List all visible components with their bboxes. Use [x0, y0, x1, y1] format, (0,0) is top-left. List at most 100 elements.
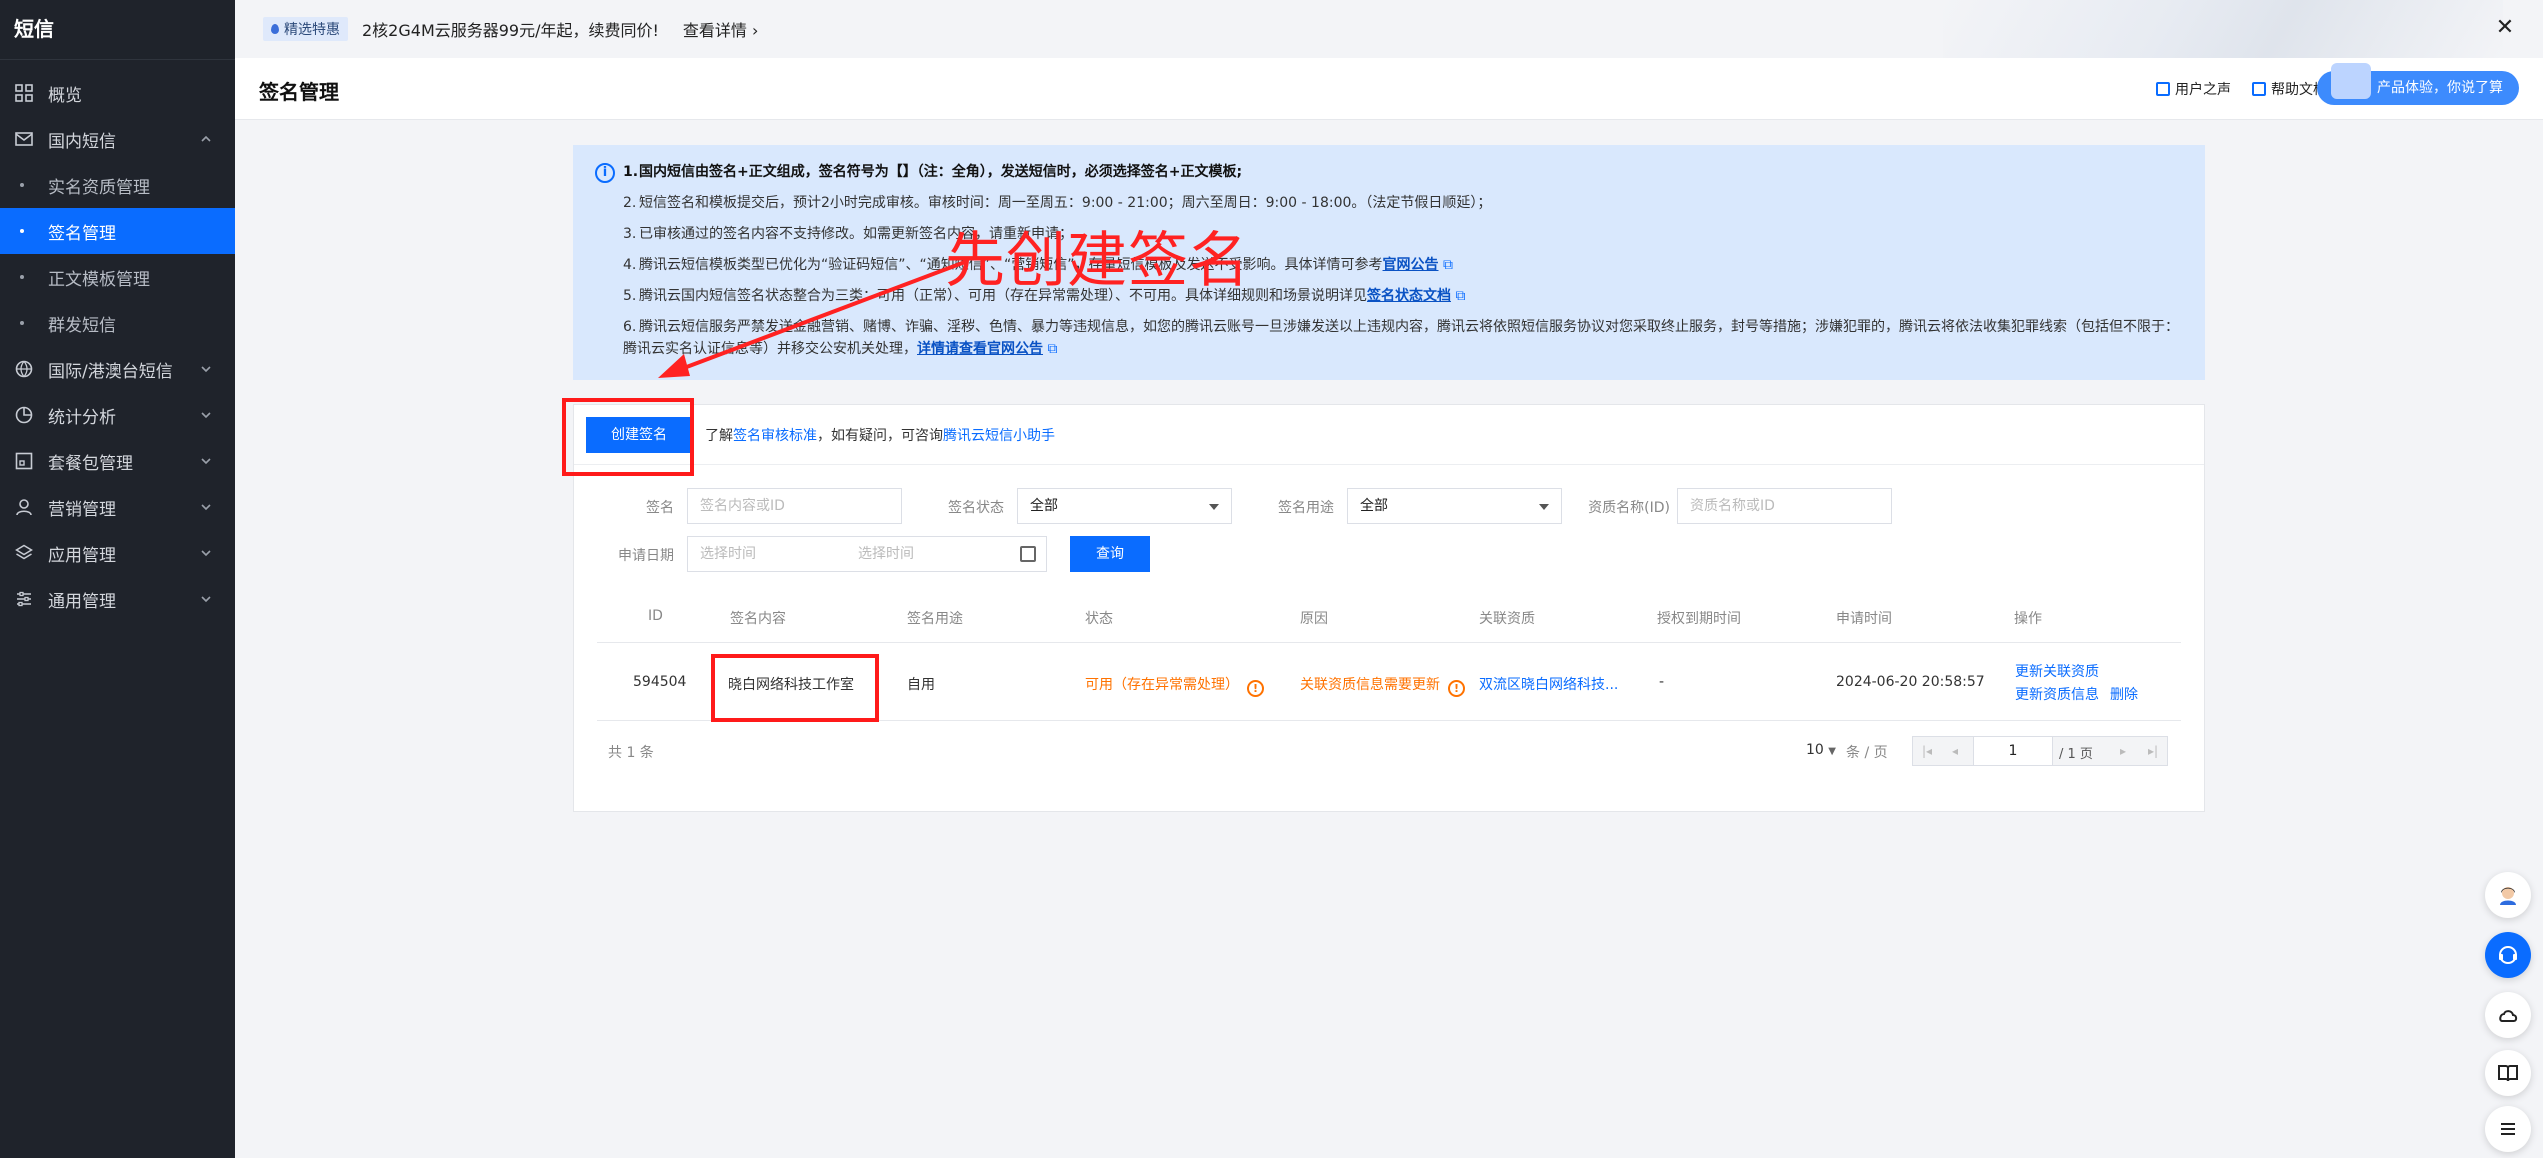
chevron-down-icon: [201, 366, 211, 373]
qualification-filter-label: 资质名称(ID): [1588, 500, 1670, 516]
toolbar-hint: 了解签名审核标准，如有疑问，可咨询腾讯云短信小助手: [705, 425, 1055, 445]
qualification-search-input[interactable]: 资质名称或ID: [1677, 488, 1892, 524]
update-qualification-link[interactable]: 更新关联资质: [2015, 661, 2099, 681]
col-header-content: 签名内容: [730, 611, 786, 627]
cell-id: 594504: [633, 674, 687, 690]
first-page-icon[interactable]: |◂: [1913, 737, 1941, 765]
sidebar-item-label: 统计分析: [48, 407, 116, 428]
review-standard-link[interactable]: 签名审核标准: [733, 428, 817, 444]
external-link-icon: ⧉: [1047, 341, 1058, 357]
calendar-icon: [1020, 546, 1036, 562]
banner-details-link[interactable]: 查看详情 ›: [683, 17, 759, 41]
feedback-pill[interactable]: 产品体验，你说了算: [2317, 63, 2519, 105]
date-range-input[interactable]: 选择时间 选择时间: [687, 536, 1047, 572]
list-icon[interactable]: [2485, 1106, 2531, 1152]
cloud-icon[interactable]: [2485, 992, 2531, 1038]
cell-qualification-link[interactable]: 双流区晓白网络科技...: [1479, 674, 1618, 694]
update-qual-info-link[interactable]: 更新资质信息: [2015, 684, 2099, 704]
sidebar-title: 短信: [0, 0, 235, 60]
sidebar-item-general[interactable]: 通用管理: [0, 576, 235, 622]
cell-reason: 关联资质信息需要更新!: [1300, 674, 1465, 697]
page-number-input[interactable]: 1: [1973, 736, 2053, 766]
promo-tag: 精选特惠: [263, 17, 348, 41]
sidebar-item-international[interactable]: 国际/港澳台短信: [0, 346, 235, 392]
sidebar-item-packages[interactable]: 套餐包管理: [0, 438, 235, 484]
last-page-icon[interactable]: ▸|: [2139, 737, 2167, 765]
sidebar-item-statistics[interactable]: 统计分析: [0, 392, 235, 438]
user-icon: [14, 497, 34, 517]
banner-text: 2核2G4M云服务器99元/年起，续费同价!: [362, 21, 659, 40]
sidebar-item-domestic-sms[interactable]: 国内短信: [0, 116, 235, 162]
headset-support-icon[interactable]: [2485, 932, 2531, 978]
status-text: 可用（存在异常需处理）: [1085, 677, 1239, 693]
drop-icon: [271, 24, 279, 34]
sidebar: 短信 概览 国内短信 实名资质管理 签名管理 正文模板管理 群发短信 国际/港澳…: [0, 0, 235, 1158]
notice-text: 国内短信由签名+正文组成，签名符号为【】（注：全角），发送短信时，必须选择签名+…: [639, 164, 1243, 180]
page-header: 签名管理 用户之声 帮助文档 产品体验，你说了算: [235, 58, 2543, 120]
notice-item: 3. 已审核通过的签名内容不支持修改。如需更新签名内容，请重新申请；: [623, 223, 2183, 245]
caret-down-icon: ▼: [1828, 746, 1836, 757]
prev-page-icon[interactable]: ◂: [1941, 737, 1969, 765]
cell-expiry: -: [1659, 674, 1665, 690]
official-notice-link[interactable]: 官网公告: [1383, 257, 1439, 273]
sidebar-item-qualification[interactable]: 实名资质管理: [0, 162, 235, 208]
warning-icon[interactable]: !: [1247, 680, 1264, 697]
mail-icon: [14, 129, 34, 149]
col-header-usage: 签名用途: [907, 611, 963, 627]
pie-chart-icon: [14, 405, 34, 425]
chevron-down-icon: [201, 596, 211, 603]
sidebar-item-marketing[interactable]: 营销管理: [0, 484, 235, 530]
notice-num: 1.: [623, 164, 639, 180]
package-icon: [14, 451, 34, 471]
annotation-text: 先创建签名: [945, 226, 1250, 296]
col-header-qualification: 关联资质: [1479, 611, 1535, 627]
table-divider: [597, 642, 2181, 643]
promo-tag-label: 精选特惠: [284, 22, 340, 38]
close-icon[interactable]: ✕: [2493, 16, 2517, 40]
notice-num: 3.: [623, 226, 637, 242]
external-link-icon: ⧉: [1455, 288, 1466, 304]
notice-item: 2. 短信签名和模板提交后，预计2小时完成审核。审核时间：周一至周五：9:00 -…: [623, 192, 2183, 214]
page-title: 签名管理: [259, 80, 339, 104]
page-size-select[interactable]: 10 ▼: [1806, 742, 1836, 758]
sidebar-item-overview[interactable]: 概览: [0, 70, 235, 116]
delete-link[interactable]: 删除: [2110, 684, 2138, 704]
avatar-agent-icon[interactable]: [2485, 872, 2531, 918]
chevron-down-icon: [201, 504, 211, 511]
highlight-box-content: [711, 654, 879, 722]
help-docs-link[interactable]: 帮助文档: [2252, 79, 2327, 99]
sidebar-item-apps[interactable]: 应用管理: [0, 530, 235, 576]
book-icon[interactable]: [2485, 1050, 2531, 1096]
notice-num: 6.: [623, 319, 637, 335]
promo-banner: 精选特惠 2核2G4M云服务器99元/年起，续费同价! 查看详情 › ✕: [235, 0, 2543, 58]
sidebar-item-label: 应用管理: [48, 545, 116, 566]
sidebar-item-label: 通用管理: [48, 591, 116, 612]
sidebar-item-signature[interactable]: 签名管理: [0, 208, 235, 254]
layers-icon: [14, 543, 34, 563]
external-link-icon: [2156, 82, 2170, 96]
sidebar-item-template[interactable]: 正文模板管理: [0, 254, 235, 300]
reason-text: 关联资质信息需要更新: [1300, 677, 1440, 693]
per-page-label: 条 / 页: [1846, 745, 1888, 761]
sliders-icon: [14, 589, 34, 609]
col-header-reason: 原因: [1300, 611, 1328, 627]
banner-decoration: [1943, 0, 2503, 58]
hint-middle: ，如有疑问，可咨询: [817, 428, 943, 444]
user-voice-link[interactable]: 用户之声: [2156, 79, 2231, 99]
next-page-icon[interactable]: ▸: [2109, 737, 2137, 765]
status-doc-link[interactable]: 签名状态文档: [1367, 288, 1451, 304]
warning-icon[interactable]: !: [1448, 680, 1465, 697]
banner-link-label: 查看详情: [682, 21, 747, 40]
col-header-expiry: 授权到期时间: [1657, 611, 1741, 627]
sms-assistant-link[interactable]: 腾讯云短信小助手: [943, 428, 1055, 444]
user-voice-label: 用户之声: [2175, 82, 2231, 98]
sidebar-item-bulk-sms[interactable]: 群发短信: [0, 300, 235, 346]
query-button[interactable]: 查询: [1070, 536, 1150, 572]
usage-select[interactable]: 全部: [1347, 488, 1562, 524]
sign-search-input[interactable]: 签名内容或ID: [687, 488, 902, 524]
status-select[interactable]: 全部: [1017, 488, 1232, 524]
info-icon: i: [595, 163, 615, 183]
highlight-box-create: [562, 398, 694, 476]
globe-icon: [14, 359, 34, 379]
sidebar-item-label: 国际/港澳台短信: [48, 361, 173, 382]
